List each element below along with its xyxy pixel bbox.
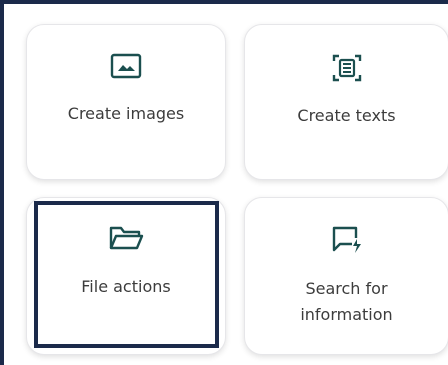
document-scan-icon [331, 53, 363, 87]
image-icon [110, 53, 142, 85]
app-panel: Create images Create texts File actions [0, 0, 448, 365]
create-texts-label: Create texts [297, 106, 396, 125]
folder-icon [108, 224, 144, 256]
chat-search-icon [330, 224, 364, 260]
search-for-information-card[interactable]: Search for information [244, 197, 448, 355]
search-for-information-label: Search for information [300, 279, 393, 324]
create-images-card[interactable]: Create images [26, 24, 226, 180]
create-texts-card[interactable]: Create texts [244, 24, 448, 180]
file-actions-card[interactable]: File actions [26, 197, 226, 355]
file-actions-label: File actions [81, 277, 171, 296]
create-images-label: Create images [67, 104, 185, 123]
